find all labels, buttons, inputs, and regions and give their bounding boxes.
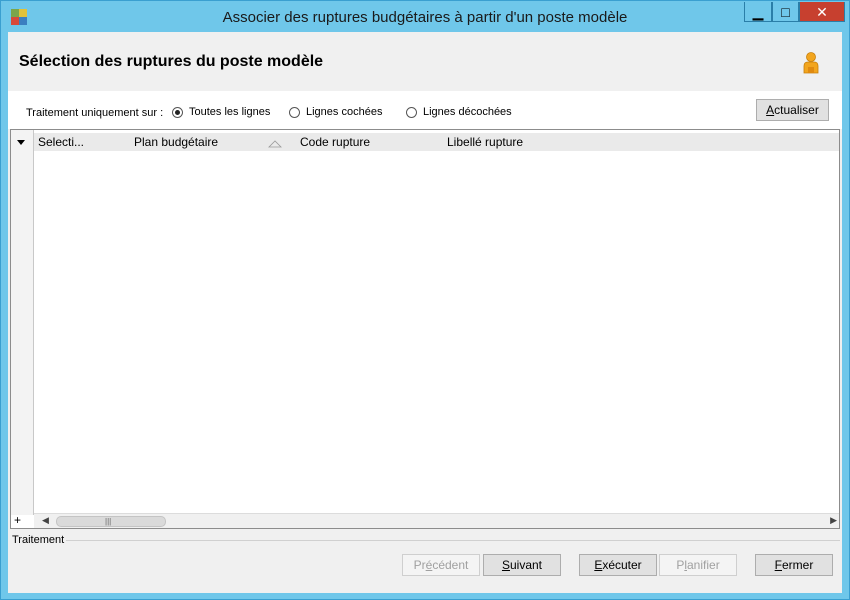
add-row-icon[interactable]: +: [14, 513, 21, 527]
column-header-plan-budgetaire[interactable]: Plan budgétaire: [134, 135, 218, 149]
scroll-grip-icon: |||: [105, 517, 112, 526]
radio-selected-icon: [172, 106, 183, 118]
page-title: Sélection des ruptures du poste modèle: [19, 53, 324, 70]
dialog-window: Associer des ruptures budgétaires à part…: [0, 0, 850, 600]
close-window-button[interactable]: ✕: [799, 2, 845, 22]
radio-label: Toutes les lignes: [189, 106, 271, 118]
radio-label: Lignes cochées: [306, 106, 383, 118]
column-header-libelle-rupture[interactable]: Libellé rupture: [447, 135, 523, 149]
grid-column-header: Selecti... Plan budgétaire Code rupture …: [34, 133, 839, 151]
previous-button[interactable]: Précédent: [402, 554, 480, 576]
user-icon: [803, 52, 819, 74]
radio-unselected-icon: [289, 106, 300, 118]
header-band: Sélection des ruptures du poste modèle: [8, 32, 842, 91]
scroll-thumb[interactable]: |||: [56, 516, 166, 527]
treatment-section-label: Traitement: [12, 534, 65, 546]
sort-indicator-icon: [268, 140, 282, 148]
scroll-left-icon[interactable]: ◀: [42, 515, 49, 526]
schedule-button[interactable]: Planifier: [659, 554, 737, 576]
minimize-button[interactable]: ▁: [744, 2, 772, 22]
radio-unselected-icon: [406, 106, 417, 118]
column-header-selection[interactable]: Selecti...: [38, 135, 84, 149]
grid-menu-dropdown-icon[interactable]: [17, 140, 25, 145]
maximize-icon: □: [781, 3, 790, 20]
column-header-code-rupture[interactable]: Code rupture: [300, 135, 370, 149]
window-title: Associer des ruptures budgétaires à part…: [222, 9, 628, 26]
filter-label: Traitement uniquement sur :: [26, 107, 164, 119]
maximize-button[interactable]: □: [772, 2, 799, 22]
minimize-icon: ▁: [752, 3, 764, 20]
refresh-button[interactable]: Actualiser: [756, 99, 829, 121]
filter-band: Traitement uniquement sur : Toutes les l…: [8, 91, 842, 129]
grid-row-header: [11, 130, 34, 515]
dialog-client-area: Sélection des ruptures du poste modèle T…: [8, 32, 842, 593]
data-grid[interactable]: Selecti... Plan budgétaire Code rupture …: [10, 129, 840, 529]
radio-checked-lines[interactable]: Lignes cochées: [289, 106, 382, 118]
horizontal-scrollbar[interactable]: + ◀ ||| ▶: [14, 513, 839, 528]
scroll-right-icon[interactable]: ▶: [830, 515, 837, 526]
radio-label: Lignes décochées: [423, 106, 512, 118]
title-bar[interactable]: Associer des ruptures budgétaires à part…: [1, 1, 849, 33]
radio-unchecked-lines[interactable]: Lignes décochées: [406, 106, 512, 118]
close-icon: ✕: [816, 3, 828, 20]
execute-button[interactable]: Exécuter: [579, 554, 657, 576]
close-button[interactable]: Fermer: [755, 554, 833, 576]
radio-all-lines[interactable]: Toutes les lignes: [172, 106, 270, 118]
section-divider: [66, 540, 840, 541]
next-button[interactable]: Suivant: [483, 554, 561, 576]
